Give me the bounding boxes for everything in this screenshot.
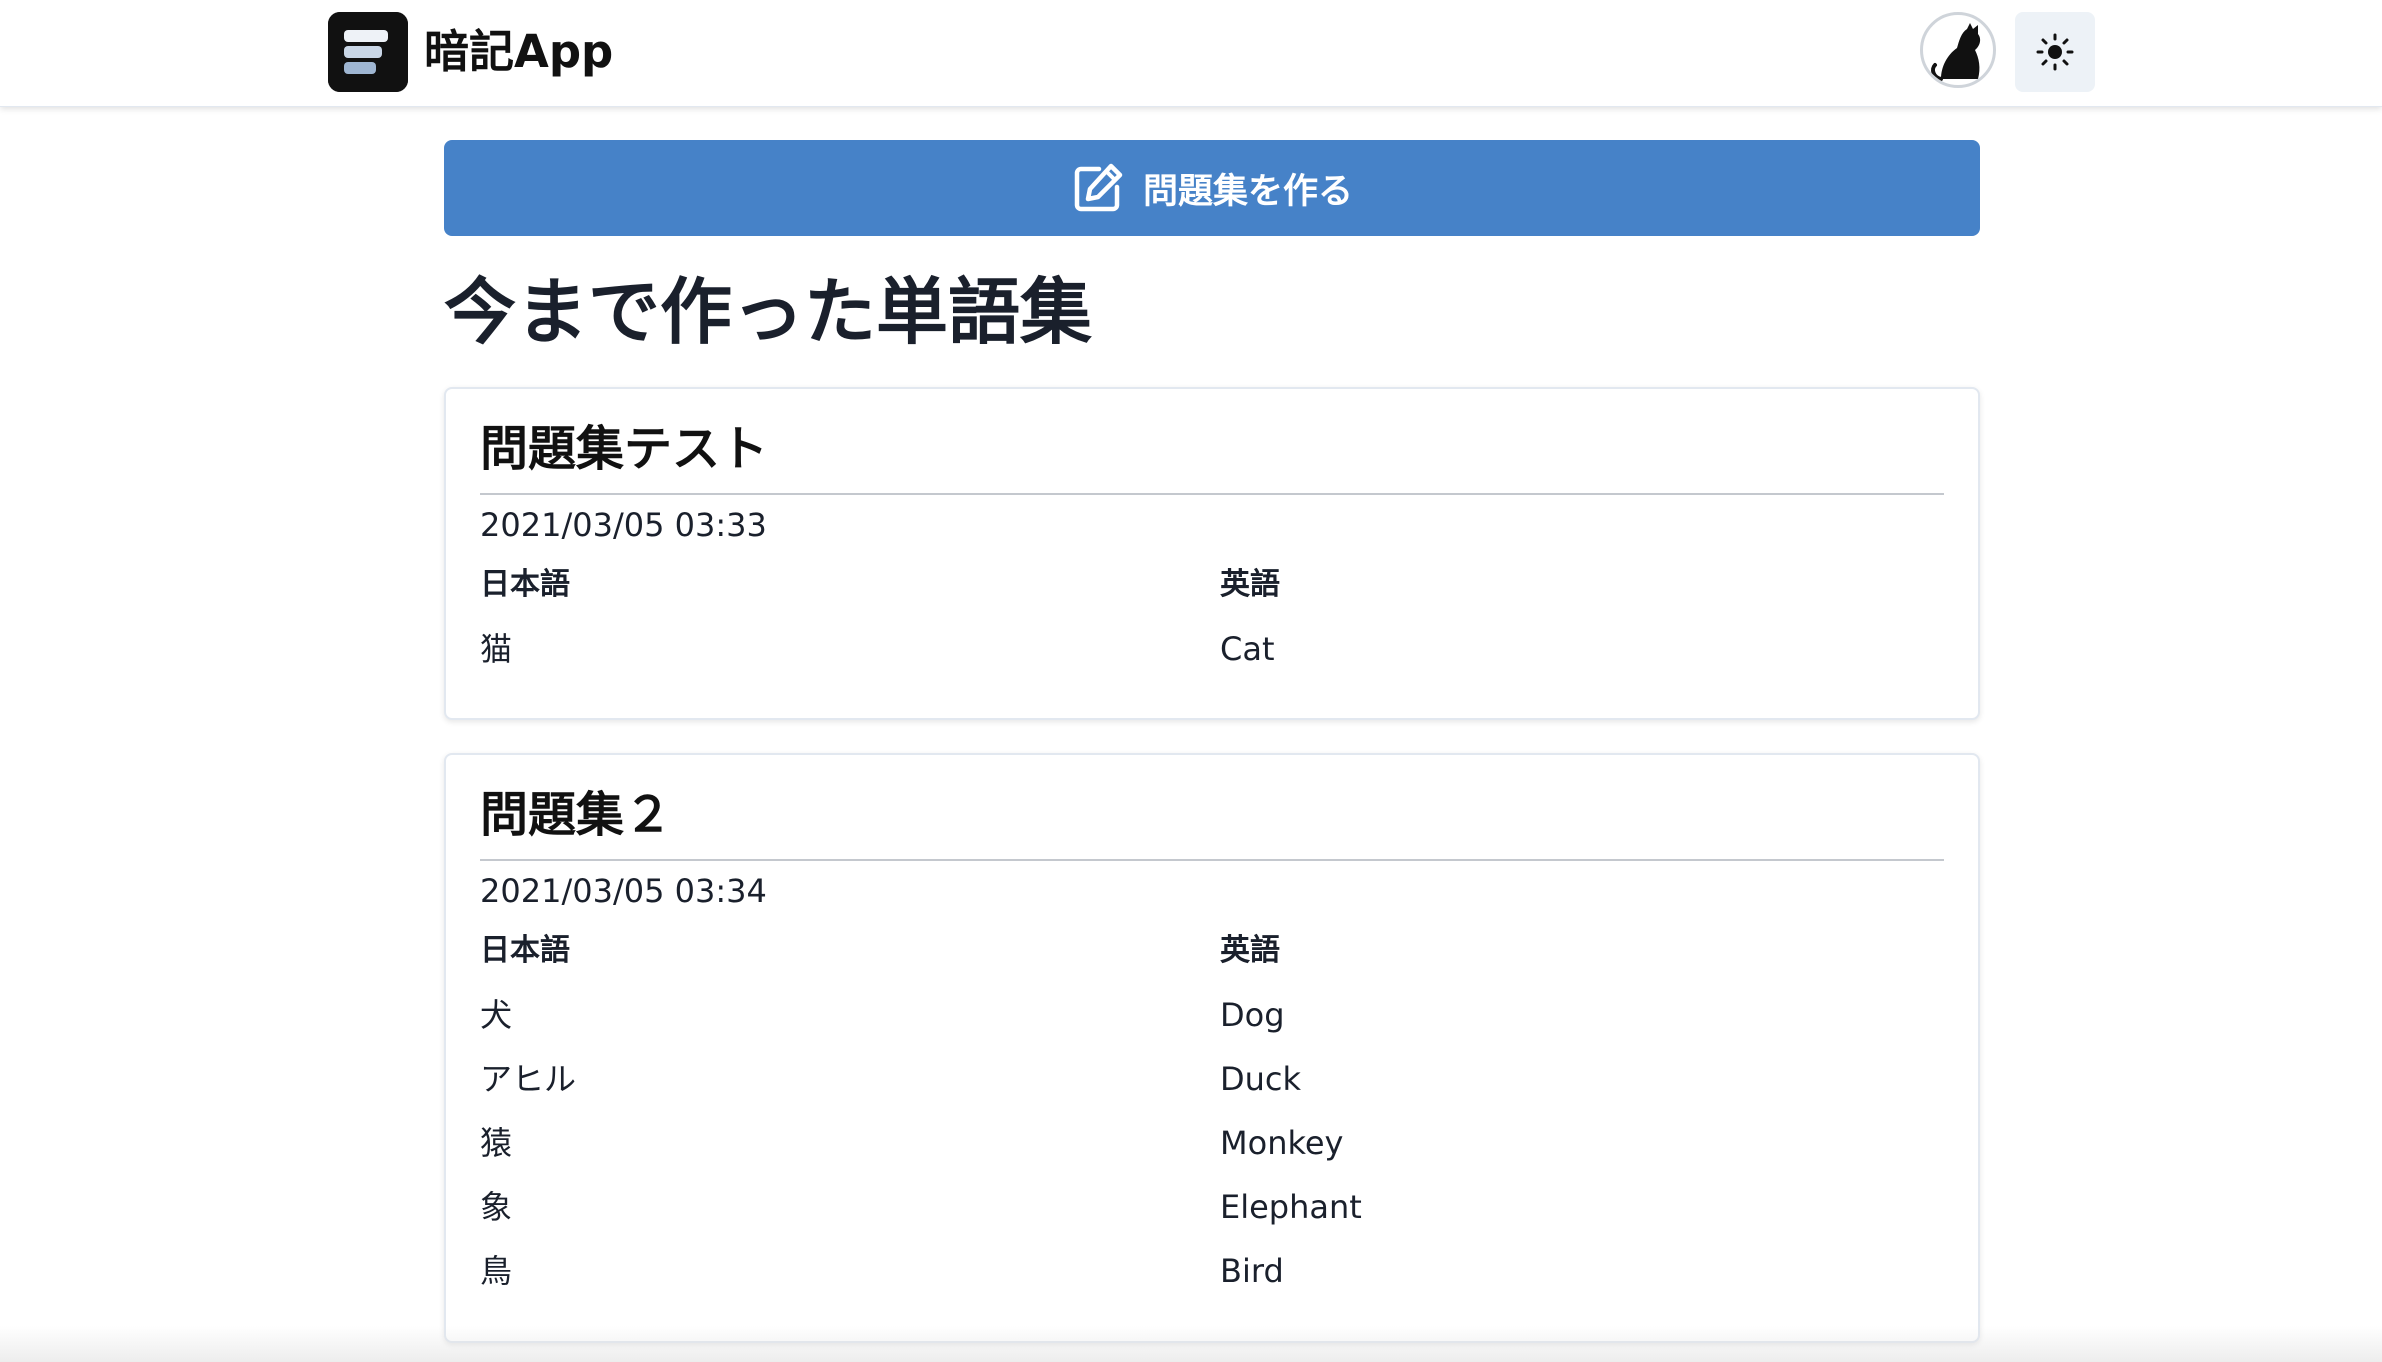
word-japanese: 猿 (480, 1124, 513, 1162)
cat-avatar-icon[interactable] (1920, 12, 1996, 88)
word-set-card[interactable]: 問題集２ 2021/03/05 03:34 日本語 英語 犬 Dog アヒル D… (444, 753, 1980, 1343)
word-japanese: 犬 (480, 996, 513, 1034)
word-japanese: アヒル (480, 1060, 577, 1098)
edit-icon (1071, 161, 1125, 215)
word-english: Cat (1220, 630, 1275, 668)
word-set-date: 2021/03/05 03:33 (480, 506, 767, 544)
column-header-japanese: 日本語 (480, 567, 570, 602)
app-logo-icon[interactable] (328, 12, 408, 92)
page-title: 今まで作った単語集 (444, 270, 1093, 354)
word-japanese: 鳥 (480, 1252, 513, 1290)
card-divider (480, 493, 1944, 495)
word-set-card[interactable]: 問題集テスト 2021/03/05 03:33 日本語 英語 猫 Cat (444, 387, 1980, 720)
word-set-title: 問題集テスト (480, 421, 769, 477)
column-header-english: 英語 (1220, 933, 1280, 968)
app-name[interactable]: 暗記App (424, 24, 613, 80)
theme-toggle-button[interactable] (2015, 12, 2095, 92)
word-english: Duck (1220, 1060, 1302, 1098)
word-set-date: 2021/03/05 03:34 (480, 872, 767, 910)
create-set-button[interactable]: 問題集を作る (444, 140, 1980, 236)
create-set-label: 問題集を作る (1142, 171, 1353, 212)
app-header: 暗記App (0, 0, 2382, 107)
column-header-english: 英語 (1220, 567, 1280, 602)
word-english: Dog (1220, 996, 1285, 1034)
sun-icon (2036, 33, 2074, 71)
column-header-japanese: 日本語 (480, 933, 570, 968)
word-english: Elephant (1220, 1188, 1362, 1226)
word-japanese: 象 (480, 1188, 513, 1226)
word-english: Bird (1220, 1252, 1284, 1290)
word-japanese: 猫 (480, 630, 513, 668)
word-english: Monkey (1220, 1124, 1344, 1162)
card-divider (480, 859, 1944, 861)
word-set-title: 問題集２ (480, 787, 673, 843)
